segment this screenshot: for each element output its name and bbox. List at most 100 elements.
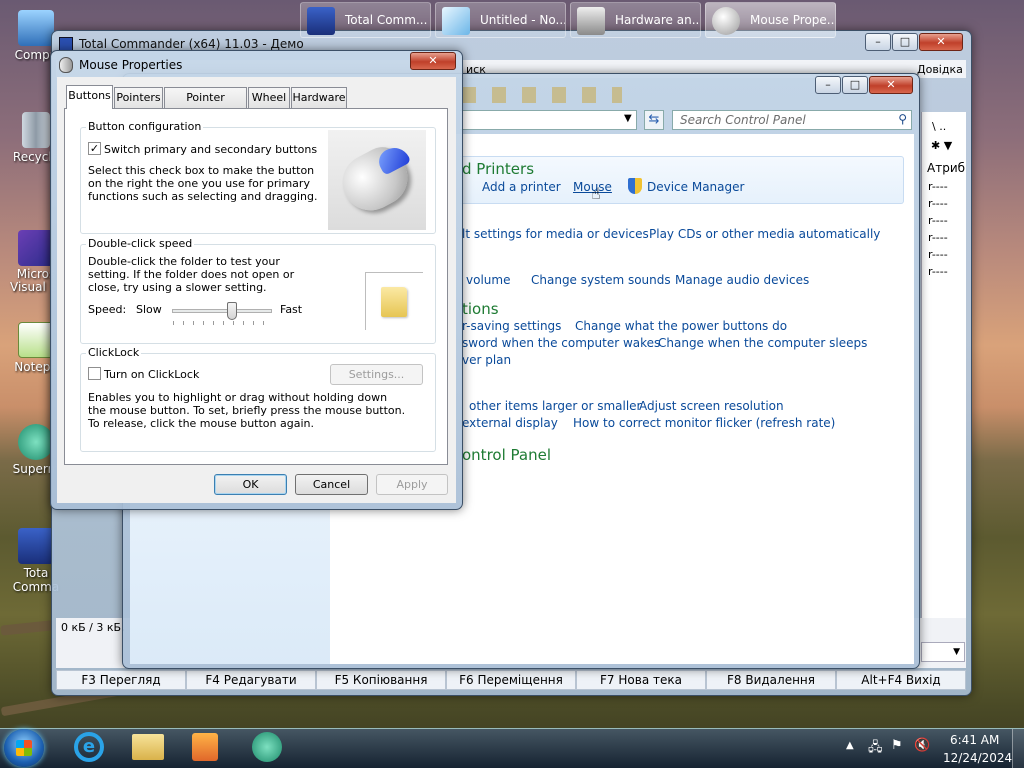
switch-buttons-description: Select this check box to make the button… bbox=[88, 164, 318, 203]
cp-link-computer-sleeps[interactable]: Change when the computer sleeps bbox=[658, 336, 867, 350]
cp-link-items-larger[interactable]: other items larger or smaller bbox=[469, 399, 642, 413]
cp-link-power-plan[interactable]: ver plan bbox=[462, 353, 511, 367]
mouse-image bbox=[328, 130, 426, 230]
tc-menu-help[interactable]: Довідка bbox=[917, 63, 963, 76]
cp-close-button[interactable]: ✕ bbox=[869, 76, 913, 94]
pinned-ie-icon[interactable]: e bbox=[74, 732, 104, 762]
speed-slider-track[interactable] bbox=[172, 309, 272, 313]
cp-link-play-cds[interactable]: Play CDs or other media automatically bbox=[649, 227, 880, 241]
search-icon[interactable]: ⚲ bbox=[898, 112, 907, 126]
taskbar-button-notepad[interactable]: Untitled - No... bbox=[435, 2, 566, 38]
tc-exit-button[interactable]: Alt+F4 Вихід bbox=[836, 670, 966, 690]
tc-title: Total Commander (x64) 11.03 - Демо bbox=[79, 37, 304, 51]
speed-slider-thumb[interactable] bbox=[227, 302, 237, 320]
clicklock-checkbox[interactable] bbox=[88, 367, 101, 380]
speed-slider-ticks bbox=[173, 321, 273, 325]
tc-path-partial[interactable]: \ .. bbox=[932, 120, 946, 133]
cp-link-volume[interactable]: volume bbox=[466, 273, 510, 287]
clock-time[interactable]: 6:41 AM bbox=[950, 733, 999, 747]
slow-label: Slow bbox=[136, 303, 162, 316]
cp-address-bar[interactable] bbox=[460, 110, 637, 130]
dialog-title: Mouse Properties bbox=[79, 58, 183, 72]
show-desktop-button[interactable] bbox=[1012, 729, 1024, 768]
cp-link-autoplay-settings[interactable]: lt settings for media or devices bbox=[462, 227, 649, 241]
tc-command-dropdown[interactable]: ▼ bbox=[921, 642, 965, 662]
tab-wheel[interactable]: Wheel bbox=[248, 87, 290, 108]
switch-buttons-checkbox[interactable]: ✓ bbox=[88, 142, 101, 155]
cp-power-title[interactable]: tions bbox=[462, 300, 499, 318]
clicklock-label: ClickLock bbox=[86, 346, 142, 359]
pinned-supermium-icon[interactable] bbox=[252, 732, 282, 762]
tc-sort-icon[interactable]: ✱ ▼ bbox=[931, 139, 952, 152]
double-click-label: Double-click speed bbox=[86, 237, 195, 250]
cp-link-add-printer[interactable]: Add a printer bbox=[482, 180, 561, 194]
clicklock-checkbox-label[interactable]: Turn on ClickLock bbox=[104, 368, 199, 381]
hand-cursor-icon: ☝ bbox=[591, 184, 601, 203]
network-icon[interactable]: 🖧 bbox=[868, 738, 883, 760]
taskbar-button-label: Total Comm... bbox=[345, 13, 428, 27]
tc-f6-button[interactable]: F6 Переміщення bbox=[446, 670, 576, 690]
tc-f4-button[interactable]: F4 Редагувати bbox=[186, 670, 316, 690]
fast-label: Fast bbox=[280, 303, 303, 316]
clicklock-settings-button[interactable]: Settings... bbox=[330, 364, 423, 385]
cp-link-external-display[interactable]: external display bbox=[462, 416, 558, 430]
test-folder[interactable] bbox=[365, 272, 423, 330]
start-windows-icon bbox=[16, 740, 32, 756]
tab-pointer-options[interactable]: Pointer Options bbox=[164, 87, 247, 123]
tab-buttons[interactable]: Buttons bbox=[66, 85, 113, 109]
switch-buttons-label[interactable]: Switch primary and secondary buttons bbox=[104, 143, 317, 156]
cp-link-device-manager[interactable]: Device Manager bbox=[647, 180, 744, 194]
cp-minimize-button[interactable]: – bbox=[815, 76, 841, 94]
tc-f3-button[interactable]: F3 Перегляд bbox=[56, 670, 186, 690]
apply-button[interactable]: Apply bbox=[376, 474, 448, 495]
tc-attr-cell: r---- bbox=[928, 197, 948, 210]
dialog-close-button[interactable]: ✕ bbox=[410, 52, 456, 70]
cp-link-power-buttons[interactable]: Change what the power buttons do bbox=[575, 319, 787, 333]
cp-link-screen-resolution[interactable]: Adjust screen resolution bbox=[639, 399, 784, 413]
cp-link-password-wake[interactable]: sword when the computer wakes bbox=[462, 336, 660, 350]
cp-link-audio-devices[interactable]: Manage audio devices bbox=[675, 273, 809, 287]
tc-attr-cell: r---- bbox=[928, 248, 948, 261]
total-commander-icon bbox=[18, 528, 54, 564]
tc-f5-button[interactable]: F5 Копіювання bbox=[316, 670, 446, 690]
taskbar-button-label: Mouse Prope... bbox=[750, 13, 836, 27]
volume-muted-icon[interactable]: 🔇 bbox=[914, 738, 930, 753]
cp-refresh-icon[interactable]: ⇆ bbox=[644, 110, 664, 130]
cp-search-field[interactable]: Search Control Panel ⚲ bbox=[672, 110, 912, 130]
cancel-button[interactable]: Cancel bbox=[295, 474, 368, 495]
supermium-icon bbox=[18, 424, 54, 460]
action-center-flag-icon[interactable]: ⚑ bbox=[891, 738, 903, 753]
taskbar-button-total-commander[interactable]: Total Comm... bbox=[300, 2, 431, 38]
tc-f7-button[interactable]: F7 Нова тека bbox=[576, 670, 706, 690]
tab-pointers[interactable]: Pointers bbox=[114, 87, 163, 108]
total-commander-icon bbox=[307, 7, 335, 35]
clicklock-description: Enables you to highlight or drag without… bbox=[88, 391, 406, 430]
double-click-description: Double-click the folder to test your set… bbox=[88, 255, 295, 294]
tc-maximize-button[interactable]: □ bbox=[892, 33, 918, 51]
cp-ease-title[interactable]: ontrol Panel bbox=[462, 446, 551, 464]
tc-f8-button[interactable]: F8 Видалення bbox=[706, 670, 836, 690]
computer-icon bbox=[18, 10, 54, 46]
tc-minimize-button[interactable]: – bbox=[865, 33, 891, 51]
cp-maximize-button[interactable]: □ bbox=[842, 76, 868, 94]
cp-link-power-saving[interactable]: r-saving settings bbox=[462, 319, 561, 333]
show-hidden-icons[interactable]: ▲ bbox=[846, 740, 854, 751]
tc-column-attr[interactable]: Атриб bbox=[927, 161, 965, 175]
notepad-icon bbox=[442, 7, 470, 35]
ok-button[interactable]: OK bbox=[214, 474, 287, 495]
tc-attr-cell: r---- bbox=[928, 214, 948, 227]
visual-studio-icon bbox=[18, 230, 54, 266]
taskbar-button-mouse-properties[interactable]: Mouse Prope... bbox=[705, 2, 836, 38]
folder-icon bbox=[381, 287, 407, 317]
tc-close-button[interactable]: ✕ bbox=[919, 33, 963, 51]
cp-link-monitor-flicker[interactable]: How to correct monitor flicker (refresh … bbox=[573, 416, 835, 430]
cp-devices-title[interactable]: d Printers bbox=[462, 160, 534, 178]
pinned-explorer-icon[interactable] bbox=[132, 734, 164, 760]
button-config-label: Button configuration bbox=[86, 120, 204, 133]
cp-address-dropdown-icon[interactable]: ▼ bbox=[624, 113, 632, 124]
taskbar-button-hardware[interactable]: Hardware an... bbox=[570, 2, 701, 38]
pinned-media-player-icon[interactable] bbox=[192, 733, 218, 761]
cp-link-system-sounds[interactable]: Change system sounds bbox=[531, 273, 671, 287]
clock-date[interactable]: 12/24/2024 bbox=[943, 751, 1012, 765]
tab-hardware[interactable]: Hardware bbox=[291, 87, 347, 108]
